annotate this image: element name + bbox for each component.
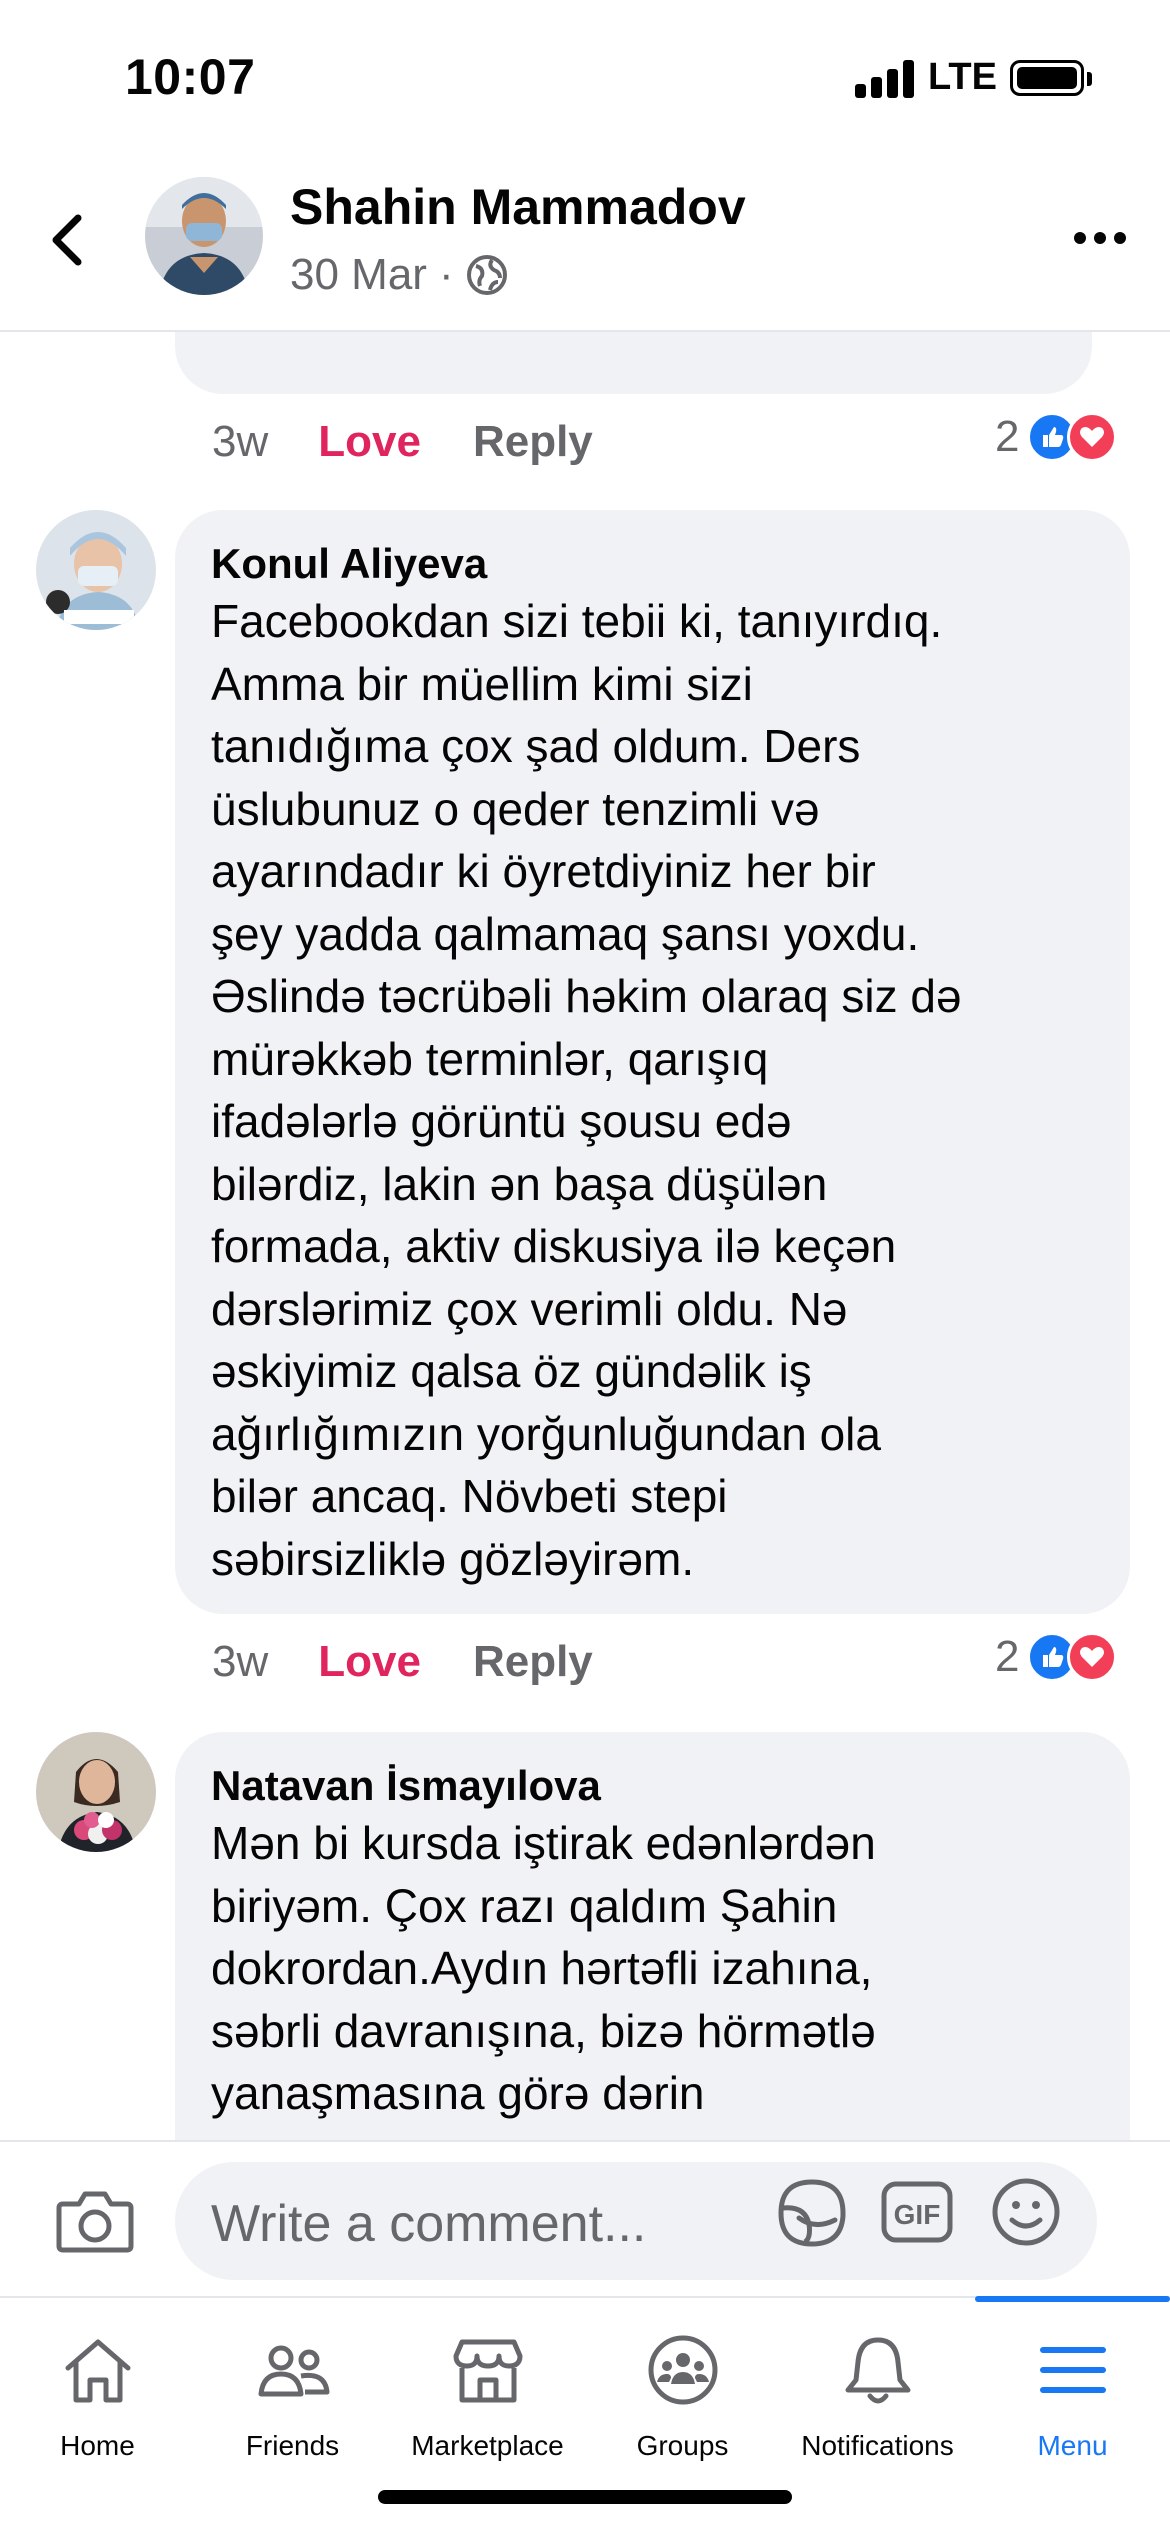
network-type: LTE [928,56,997,98]
menu-icon [1039,2347,1106,2393]
sticker-button[interactable] [775,2176,849,2250]
love-reaction-button[interactable]: Love [318,417,421,467]
svg-text:GIF: GIF [894,2199,941,2230]
comment-actions: 3w Love Reply [212,1632,593,1692]
back-button[interactable] [40,200,100,280]
home-icon [65,2339,130,2403]
commenter-avatar[interactable] [36,1732,156,1852]
reply-button[interactable]: Reply [473,1637,593,1687]
battery-icon [1010,60,1084,96]
tab-marketplace[interactable]: Marketplace [390,2298,585,2498]
comment-age[interactable]: 3w [212,1637,268,1687]
tab-groups[interactable]: Groups [585,2298,780,2498]
post-header: Shahin Mammadov 30 Mar · [0,150,1170,332]
status-time: 10:07 [125,49,256,105]
comments-feed[interactable]: 3w Love Reply 2 Konul Aliyeva Facebookda… [0,332,1170,2140]
commenter-avatar[interactable] [36,510,156,630]
tab-home[interactable]: Home [0,2298,195,2498]
reaction-count: 2 [995,1632,1020,1681]
tab-label: Friends [245,2430,340,2461]
comment-author[interactable]: Konul Aliyeva [211,538,1094,590]
comment-age[interactable]: 3w [212,417,268,467]
post-date[interactable]: 30 Mar [290,250,427,300]
reply-button[interactable]: Reply [473,417,593,467]
tab-friends[interactable]: Friends [195,2298,390,2498]
comment-text: Mən bi kursda iştirak edənlərdən biriyəm… [211,1817,876,2119]
tab-label: Home [60,2430,135,2461]
globe-icon [466,255,507,295]
heart-icon [1067,412,1118,462]
signal-icon [855,60,915,98]
author-avatar[interactable] [145,177,263,295]
home-indicator[interactable] [378,2490,792,2504]
camera-icon [56,2191,134,2253]
camera-button[interactable] [55,2186,135,2256]
chevron-left-icon [52,214,82,266]
reaction-summary[interactable]: 2 [995,1632,1118,1682]
active-tab-indicator [975,2296,1170,2302]
comment-author[interactable]: Natavan İsmayılova [211,1760,1094,1812]
tab-label: Notifications [801,2430,954,2461]
gif-button[interactable]: GIF [880,2180,954,2244]
reaction-count: 2 [995,412,1020,461]
comment-input[interactable]: Write a comment... [175,2162,1097,2280]
tab-menu[interactable]: Menu [975,2296,1170,2498]
comment-text: Facebookdan sizi tebii ki, tanıyırdıq. A… [211,595,962,1585]
heart-icon [1067,1632,1118,1682]
groups-icon [648,2335,717,2405]
comment-input-placeholder: Write a comment... [211,2195,647,2253]
tab-label: Groups [636,2430,729,2461]
marketplace-icon [453,2339,522,2403]
emoji-button[interactable] [990,2176,1062,2248]
friends-icon [258,2345,329,2397]
tab-notifications[interactable]: Notifications [780,2298,975,2498]
gif-icon: GIF [881,2181,953,2243]
comment-bubble: Konul Aliyeva Facebookdan sizi tebii ki,… [175,510,1130,1614]
sticker-icon [778,2179,846,2247]
status-bar: 10:07 LTE [0,0,1170,150]
bell-icon [845,2337,910,2404]
emoji-icon [992,2178,1060,2246]
tab-label: Marketplace [411,2430,564,2461]
comment-bubble: Natavan İsmayılova Mən bi kursda iştirak… [175,1732,1130,2140]
comment-composer: Write a comment... GIF [0,2140,1170,2296]
more-dots-icon [1074,232,1126,244]
comment-actions: 3w Love Reply [212,412,593,472]
tab-label: Menu [1037,2430,1108,2461]
reaction-summary[interactable]: 2 [995,412,1118,462]
comment-bubble [175,332,1092,394]
author-name[interactable]: Shahin Mammadov [290,178,746,236]
post-meta: 30 Mar · [290,250,508,300]
love-reaction-button[interactable]: Love [318,1637,421,1687]
meta-separator: · [438,250,454,299]
more-options-button[interactable] [1065,218,1135,258]
